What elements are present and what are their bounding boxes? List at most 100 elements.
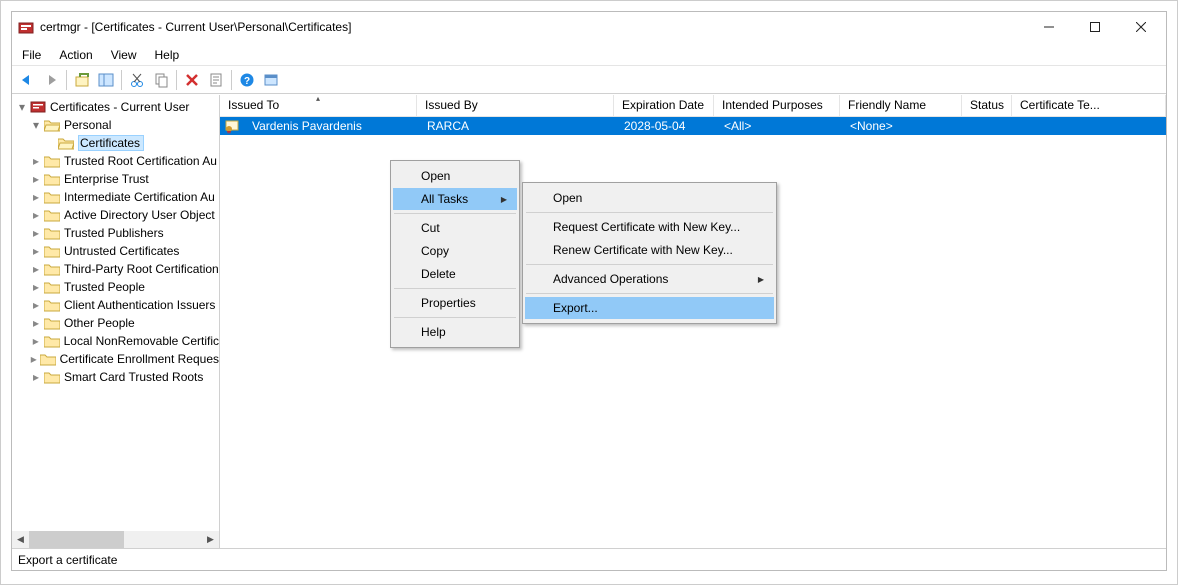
folder-icon bbox=[44, 154, 60, 168]
tree-label: Client Authentication Issuers bbox=[64, 298, 215, 312]
tree-label: Trusted Publishers bbox=[64, 226, 164, 240]
expand-icon[interactable]: ▾ bbox=[16, 101, 28, 113]
folder-open-icon bbox=[44, 118, 60, 132]
tree-item[interactable]: ▸ Intermediate Certification Au bbox=[14, 188, 219, 206]
sub-request-cert[interactable]: Request Certificate with New Key... bbox=[525, 216, 774, 238]
tree-item-personal[interactable]: ▾ Personal bbox=[14, 116, 219, 134]
menu-action[interactable]: Action bbox=[59, 48, 92, 62]
tree-item[interactable]: ▸ Trusted Publishers bbox=[14, 224, 219, 242]
options-button[interactable] bbox=[260, 69, 282, 91]
tree-root[interactable]: ▾ Certificates - Current User bbox=[14, 98, 219, 116]
scroll-track[interactable] bbox=[29, 531, 202, 548]
tree-item[interactable]: ▸ Enterprise Trust bbox=[14, 170, 219, 188]
certificate-icon bbox=[224, 118, 240, 134]
sub-renew-cert[interactable]: Renew Certificate with New Key... bbox=[525, 239, 774, 261]
expand-icon[interactable]: ▸ bbox=[30, 353, 38, 365]
menu-divider bbox=[394, 317, 516, 318]
expand-icon[interactable]: ▾ bbox=[30, 119, 42, 131]
ctx-properties[interactable]: Properties bbox=[393, 292, 517, 314]
properties-button[interactable] bbox=[205, 69, 227, 91]
menu-view[interactable]: View bbox=[111, 48, 137, 62]
expand-icon[interactable]: ▸ bbox=[30, 371, 42, 383]
folder-icon bbox=[40, 352, 56, 366]
scroll-thumb[interactable] bbox=[29, 531, 124, 548]
copy-button[interactable] bbox=[150, 69, 172, 91]
expand-icon[interactable]: ▸ bbox=[30, 317, 42, 329]
folder-icon bbox=[44, 226, 60, 240]
tree-item[interactable]: ▸ Untrusted Certificates bbox=[14, 242, 219, 260]
col-template[interactable]: Certificate Te... bbox=[1012, 95, 1166, 116]
tree-hscrollbar[interactable]: ◀ ▶ bbox=[12, 531, 219, 548]
tree-label: Intermediate Certification Au bbox=[64, 190, 215, 204]
cell-issued-to: Vardenis Pavardenis bbox=[244, 119, 419, 133]
expand-icon[interactable]: ▸ bbox=[30, 155, 42, 167]
sub-open[interactable]: Open bbox=[525, 187, 774, 209]
tree-item[interactable]: ▸Trusted People bbox=[14, 278, 219, 296]
col-issued-by[interactable]: Issued By bbox=[417, 95, 614, 116]
submenu-arrow-icon: ▶ bbox=[758, 275, 764, 284]
folder-icon bbox=[44, 280, 60, 294]
expand-icon[interactable]: ▸ bbox=[30, 245, 42, 257]
ctx-copy[interactable]: Copy bbox=[393, 240, 517, 262]
tree-item[interactable]: ▸Trusted Root Certification Au bbox=[14, 152, 219, 170]
tree-item[interactable]: ▸Certificate Enrollment Reques bbox=[14, 350, 219, 368]
tree-item[interactable]: ▸ Smart Card Trusted Roots bbox=[14, 368, 219, 386]
cut-button[interactable] bbox=[126, 69, 148, 91]
forward-button[interactable] bbox=[40, 69, 62, 91]
menu-help[interactable]: Help bbox=[155, 48, 180, 62]
ctx-open[interactable]: Open bbox=[393, 165, 517, 187]
sub-export[interactable]: Export... bbox=[525, 297, 774, 319]
expand-icon[interactable]: ▸ bbox=[30, 299, 42, 311]
ctx-all-tasks[interactable]: All Tasks▶ bbox=[393, 188, 517, 210]
col-friendly[interactable]: Friendly Name bbox=[840, 95, 962, 116]
cell-friendly: <None> bbox=[842, 119, 964, 133]
folder-icon bbox=[44, 316, 60, 330]
tree-item[interactable]: ▸ Third-Party Root Certification bbox=[14, 260, 219, 278]
expand-icon[interactable]: ▸ bbox=[30, 335, 42, 347]
help-button[interactable]: ? bbox=[236, 69, 258, 91]
context-menu: Open All Tasks▶ Cut Copy Delete Properti… bbox=[390, 160, 520, 348]
titlebar: certmgr - [Certificates - Current User\P… bbox=[12, 12, 1166, 42]
tree-label: Third-Party Root Certification bbox=[64, 262, 219, 276]
ctx-cut[interactable]: Cut bbox=[393, 217, 517, 239]
tree-label: Active Directory User Object bbox=[64, 208, 215, 222]
tree-label: Untrusted Certificates bbox=[64, 244, 179, 258]
expand-icon[interactable]: ▸ bbox=[30, 209, 42, 221]
col-purposes[interactable]: Intended Purposes bbox=[714, 95, 840, 116]
table-row[interactable]: Vardenis Pavardenis RARCA 2028-05-04 <Al… bbox=[220, 117, 1166, 135]
col-status[interactable]: Status bbox=[962, 95, 1012, 116]
tree-item[interactable]: ▸Other People bbox=[14, 314, 219, 332]
expand-icon[interactable]: ▸ bbox=[30, 227, 42, 239]
scroll-left-icon[interactable]: ◀ bbox=[12, 531, 29, 548]
up-button[interactable] bbox=[71, 69, 93, 91]
tree-label: Smart Card Trusted Roots bbox=[64, 370, 203, 384]
toolbar: ? bbox=[12, 66, 1166, 94]
expand-icon[interactable]: ▸ bbox=[30, 191, 42, 203]
menu-file[interactable]: File bbox=[22, 48, 41, 62]
ctx-help[interactable]: Help bbox=[393, 321, 517, 343]
tree-item[interactable]: ▸ Active Directory User Object bbox=[14, 206, 219, 224]
tree-label: Local NonRemovable Certific bbox=[64, 334, 219, 348]
status-text: Export a certificate bbox=[18, 553, 117, 567]
sub-advanced-ops[interactable]: Advanced Operations▶ bbox=[525, 268, 774, 290]
expand-icon[interactable]: ▸ bbox=[30, 173, 42, 185]
tree-label: Enterprise Trust bbox=[64, 172, 149, 186]
show-hide-tree-button[interactable] bbox=[95, 69, 117, 91]
folder-icon bbox=[44, 244, 60, 258]
expand-icon[interactable]: ▸ bbox=[30, 281, 42, 293]
tree-item[interactable]: ▸ Local NonRemovable Certific bbox=[14, 332, 219, 350]
scroll-right-icon[interactable]: ▶ bbox=[202, 531, 219, 548]
tree-item-certificates[interactable]: Certificates bbox=[14, 134, 219, 152]
folder-icon bbox=[44, 334, 60, 348]
close-button[interactable] bbox=[1118, 13, 1164, 41]
col-expiration[interactable]: Expiration Date bbox=[614, 95, 714, 116]
minimize-button[interactable] bbox=[1026, 13, 1072, 41]
back-button[interactable] bbox=[16, 69, 38, 91]
ctx-delete[interactable]: Delete bbox=[393, 263, 517, 285]
tree-item[interactable]: ▸ Client Authentication Issuers bbox=[14, 296, 219, 314]
col-issued-to[interactable]: Issued To▴ bbox=[220, 95, 417, 116]
delete-button[interactable] bbox=[181, 69, 203, 91]
expand-icon[interactable]: ▸ bbox=[30, 263, 42, 275]
maximize-button[interactable] bbox=[1072, 13, 1118, 41]
folder-icon bbox=[44, 298, 60, 312]
